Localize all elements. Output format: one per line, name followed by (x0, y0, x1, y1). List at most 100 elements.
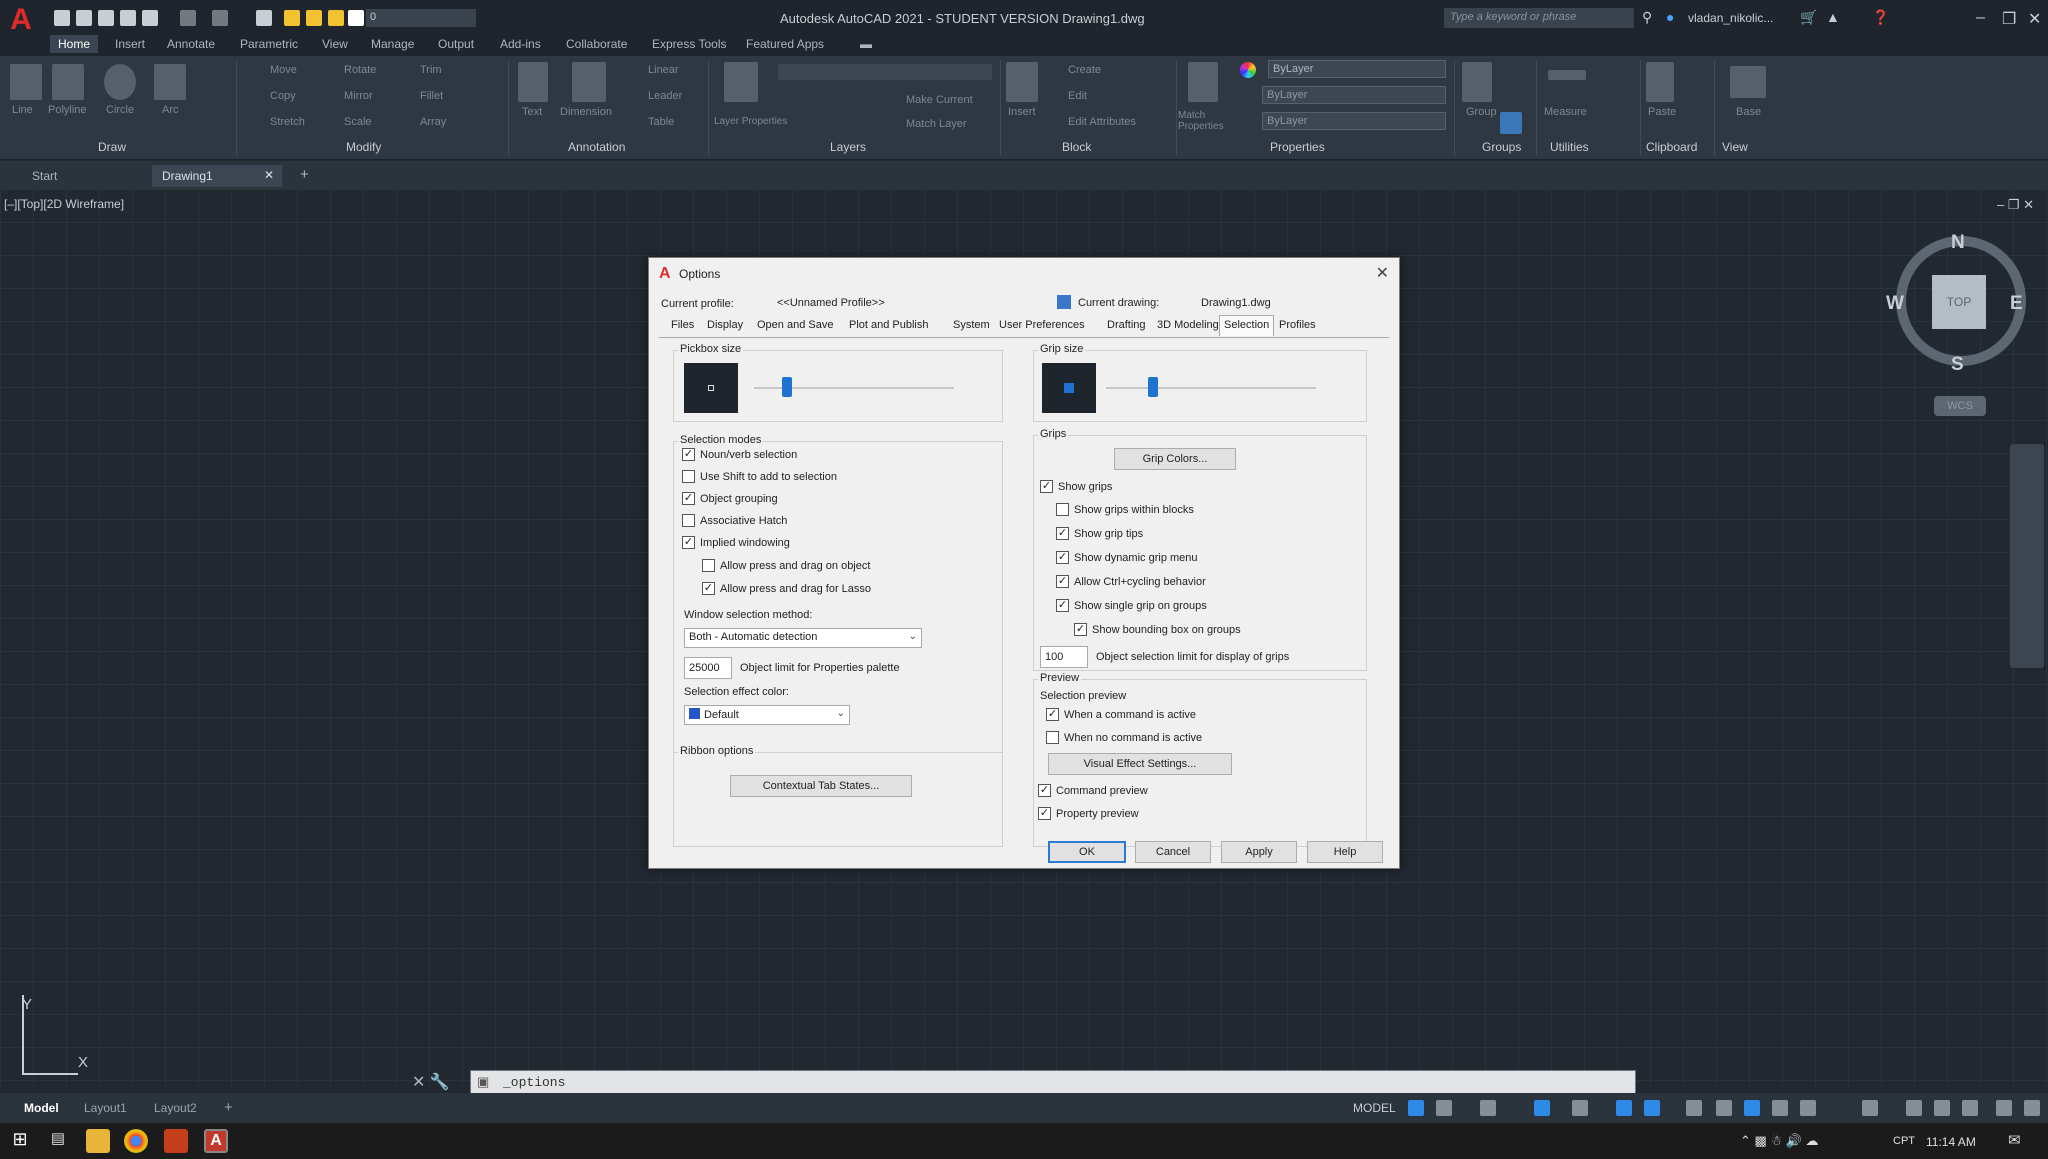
workspace-gear-icon[interactable] (1862, 1100, 1878, 1116)
implied-windowing-checkbox[interactable]: ✓ Implied windowing (682, 536, 790, 549)
leader-tool[interactable]: Leader (648, 90, 682, 102)
create-block-tool[interactable]: Create (1068, 64, 1101, 76)
tab-open-and-save[interactable]: Open and Save (757, 319, 833, 331)
circle-icon[interactable] (104, 64, 136, 100)
panel-view[interactable]: View (1722, 140, 1748, 154)
tab-annotate[interactable]: Annotate (167, 37, 215, 51)
checkbox-checked[interactable]: ✓ (682, 492, 695, 505)
stretch-tool[interactable]: Stretch (270, 116, 305, 128)
checkbox-checked[interactable]: ✓ (682, 536, 695, 549)
linear-tool[interactable]: Linear (648, 64, 679, 76)
dialog-close-icon[interactable]: ✕ (1376, 263, 1389, 283)
compass-south[interactable]: S (1951, 354, 1964, 376)
viewport-controls-label[interactable]: [–][Top][2D Wireframe] (4, 197, 124, 211)
rotate-tool[interactable]: Rotate (344, 64, 376, 76)
tab-profiles[interactable]: Profiles (1279, 319, 1316, 331)
checkbox-checked[interactable]: ✓ (1056, 599, 1069, 612)
layer-properties-icon[interactable] (724, 62, 758, 102)
layer-on-icon[interactable] (284, 10, 300, 26)
panel-utilities[interactable]: Utilities (1550, 140, 1589, 154)
checkbox-unchecked[interactable] (702, 559, 715, 572)
move-tool[interactable]: Move (270, 64, 297, 76)
tab-files[interactable]: Files (671, 319, 694, 331)
dimension-icon[interactable] (572, 62, 606, 102)
checkbox-unchecked[interactable] (682, 514, 695, 527)
single-grip-groups-checkbox[interactable]: ✓ Show single grip on groups (1056, 599, 1207, 612)
restore-icon[interactable]: ❐ (2002, 9, 2016, 29)
match-layer-tool[interactable]: Match Layer (906, 118, 967, 130)
layer-dropdown[interactable]: 0 (366, 9, 476, 27)
undo-icon[interactable] (180, 10, 196, 26)
press-drag-object-checkbox[interactable]: Allow press and drag on object (702, 559, 870, 572)
bounding-box-groups-checkbox[interactable]: ✓ Show bounding box on groups (1074, 623, 1241, 636)
file-tab-start[interactable]: Start (22, 165, 152, 187)
annotation-visibility-icon[interactable] (1772, 1100, 1788, 1116)
tab-express-tools[interactable]: Express Tools (652, 37, 726, 51)
checkbox-unchecked[interactable] (682, 470, 695, 483)
fullscreen-icon[interactable] (1996, 1100, 2012, 1116)
autocad-taskbar-icon[interactable]: A (204, 1129, 228, 1153)
command-line-input[interactable]: _options (503, 1075, 565, 1090)
redo-icon[interactable] (212, 10, 228, 26)
compass-east[interactable]: E (2010, 293, 2023, 315)
panel-layers[interactable]: Layers (830, 140, 866, 154)
layout-tab-model[interactable]: Model (14, 1098, 69, 1118)
polyline-icon[interactable] (52, 64, 84, 100)
panel-properties[interactable]: Properties (1270, 140, 1325, 154)
layer-dropdown-ribbon[interactable] (778, 64, 992, 80)
checkbox-unchecked[interactable] (1046, 731, 1059, 744)
lineweight-icon[interactable] (1686, 1100, 1702, 1116)
tab-user-preferences[interactable]: User Preferences (999, 319, 1085, 331)
measure-icon[interactable] (1548, 70, 1586, 80)
preview-no-command-checkbox[interactable]: When no command is active (1046, 731, 1202, 744)
polar-icon[interactable] (1534, 1100, 1550, 1116)
grip-slider-thumb[interactable] (1148, 377, 1158, 397)
cancel-button[interactable]: Cancel (1135, 841, 1211, 863)
tab-plot-and-publish[interactable]: Plot and Publish (849, 319, 929, 331)
help-icon[interactable]: ❓ (1872, 9, 1889, 26)
panel-draw[interactable]: Draw (98, 140, 126, 154)
tab-home[interactable]: Home (50, 35, 99, 53)
text-icon[interactable] (518, 62, 548, 102)
new-layout-icon[interactable]: + (214, 1098, 243, 1119)
layout-tab-layout2[interactable]: Layout2 (144, 1098, 207, 1118)
lineweight-dropdown[interactable]: ByLayer (1262, 86, 1446, 104)
tab-collaborate[interactable]: Collaborate (566, 37, 627, 51)
input-language[interactable]: CPT (1893, 1135, 1915, 1147)
checkbox-checked[interactable]: ✓ (1074, 623, 1087, 636)
isodraft-icon[interactable] (1572, 1100, 1588, 1116)
close-icon[interactable]: ✕ (2028, 9, 2041, 29)
units-icon[interactable] (1934, 1100, 1950, 1116)
new-tab-icon[interactable]: + (290, 165, 319, 187)
checkbox-checked[interactable]: ✓ (1046, 708, 1059, 721)
panel-groups[interactable]: Groups (1482, 140, 1521, 154)
line-icon[interactable] (10, 64, 42, 100)
linetype-dropdown[interactable]: ByLayer (1262, 112, 1446, 130)
command-preview-checkbox[interactable]: ✓ Command preview (1038, 784, 1148, 797)
compass-north[interactable]: N (1951, 232, 1965, 254)
tab-3d-modeling[interactable]: 3D Modeling (1157, 319, 1219, 331)
layer-freeze-icon[interactable] (306, 10, 322, 26)
checkbox-unchecked[interactable] (1056, 503, 1069, 516)
powerpoint-icon[interactable] (164, 1129, 188, 1153)
model-space-toggle[interactable]: MODEL (1353, 1101, 1396, 1115)
panel-clipboard[interactable]: Clipboard (1646, 140, 1697, 154)
tab-featured-apps[interactable]: Featured Apps (746, 37, 824, 51)
grid-icon[interactable] (1408, 1100, 1424, 1116)
property-preview-checkbox[interactable]: ✓ Property preview (1038, 807, 1139, 820)
viewport-window-controls[interactable]: – ❐ ✕ (1997, 197, 2034, 213)
paste-icon[interactable] (1646, 62, 1674, 102)
isolate-objects-icon[interactable] (1962, 1100, 1978, 1116)
plot-icon[interactable] (142, 10, 158, 26)
tab-parametric[interactable]: Parametric (240, 37, 298, 51)
system-tray-icons[interactable]: ⌃ ▩ ☃ 🔊 ☁ (1740, 1133, 1818, 1149)
object-limit-input[interactable]: 25000 (684, 657, 732, 679)
user-account[interactable]: vladan_nikolic... (1688, 11, 1773, 25)
grip-slider-track[interactable] (1106, 387, 1316, 389)
cart-icon[interactable]: 🛒 (1800, 9, 1817, 26)
save-icon[interactable] (98, 10, 114, 26)
customization-icon[interactable] (2024, 1100, 2040, 1116)
help-button[interactable]: Help (1307, 841, 1383, 863)
autodesk-icon[interactable]: ▲ (1826, 9, 1840, 25)
base-view-icon[interactable] (1730, 66, 1766, 98)
